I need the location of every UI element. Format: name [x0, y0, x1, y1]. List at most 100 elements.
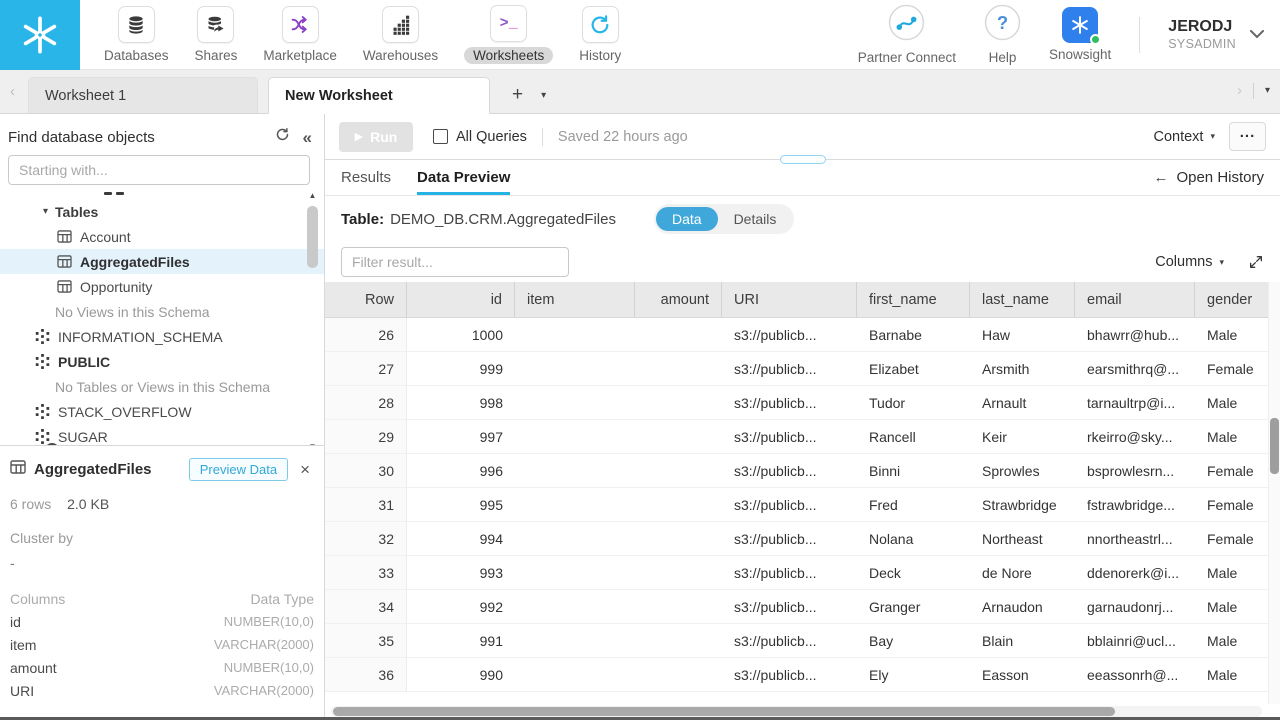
cell[interactable]: rkeirro@sky...	[1075, 420, 1195, 453]
cell[interactable]	[635, 590, 722, 623]
more-options-button[interactable]: ...	[1229, 122, 1266, 151]
column-header-id[interactable]: id	[407, 282, 515, 317]
cell[interactable]: bsprowlesrn...	[1075, 454, 1195, 487]
tree-item-aggregatedfiles[interactable]: AggregatedFiles	[0, 249, 324, 274]
cell[interactable]: 990	[407, 658, 515, 691]
cell[interactable]	[515, 522, 635, 555]
cell[interactable]: Male	[1195, 624, 1268, 657]
cell[interactable]: s3://publicb...	[722, 556, 857, 589]
cell[interactable]: de Nore	[970, 556, 1075, 589]
cell[interactable]: s3://publicb...	[722, 352, 857, 385]
scroll-up-icon[interactable]: ▲	[306, 191, 319, 200]
cell[interactable]: bhawrr@hub...	[1075, 318, 1195, 351]
cell[interactable]: 999	[407, 352, 515, 385]
cell[interactable]: s3://publicb...	[722, 420, 857, 453]
column-header-last-name[interactable]: last_name	[970, 282, 1075, 317]
cell[interactable]: 992	[407, 590, 515, 623]
cell[interactable]: 994	[407, 522, 515, 555]
cell[interactable]	[635, 624, 722, 657]
row-number[interactable]: 29	[325, 420, 407, 453]
cell[interactable]: 993	[407, 556, 515, 589]
cell[interactable]	[515, 352, 635, 385]
cell[interactable]: Haw	[970, 318, 1075, 351]
row-number[interactable]: 36	[325, 658, 407, 691]
cell[interactable]: Binni	[857, 454, 970, 487]
cell[interactable]: 1000	[407, 318, 515, 351]
tree-item-tables[interactable]: ▾Tables	[0, 199, 324, 224]
cell[interactable]: Easson	[970, 658, 1075, 691]
row-number[interactable]: 26	[325, 318, 407, 351]
cell[interactable]: Female	[1195, 488, 1268, 521]
cell[interactable]	[515, 420, 635, 453]
cell[interactable]: Keir	[970, 420, 1075, 453]
cell[interactable]: 991	[407, 624, 515, 657]
column-header-gender[interactable]: gender	[1195, 282, 1268, 317]
cell[interactable]	[515, 488, 635, 521]
cell[interactable]: Female	[1195, 522, 1268, 555]
row-number[interactable]: 32	[325, 522, 407, 555]
cell[interactable]: garnaudonrj...	[1075, 590, 1195, 623]
preview-data-button[interactable]: Preview Data	[189, 458, 288, 481]
cell[interactable]: 996	[407, 454, 515, 487]
row-number[interactable]: 33	[325, 556, 407, 589]
cell[interactable]: Fred	[857, 488, 970, 521]
table-row[interactable]: 31995s3://publicb...FredStrawbridgefstra…	[325, 488, 1268, 522]
horizontal-scrollbar-thumb[interactable]	[333, 707, 1115, 716]
table-row[interactable]: 36990s3://publicb...ElyEassoneeassonrh@.…	[325, 658, 1268, 692]
cell[interactable]: Female	[1195, 454, 1268, 487]
cell[interactable]: tarnaultrp@i...	[1075, 386, 1195, 419]
cell[interactable]: Male	[1195, 658, 1268, 691]
cell[interactable]: Granger	[857, 590, 970, 623]
search-input[interactable]	[8, 155, 310, 185]
cell[interactable]: Tudor	[857, 386, 970, 419]
collapse-sidebar-icon[interactable]: «	[303, 129, 312, 146]
cell[interactable]: Northeast	[970, 522, 1075, 555]
tab-scroll-right-icon[interactable]: ›	[1237, 82, 1242, 99]
cell[interactable]	[635, 352, 722, 385]
worksheet-tab-worksheet-1[interactable]: Worksheet 1	[28, 77, 258, 113]
nav-item-partner-connect[interactable]: Partner Connect	[858, 4, 956, 65]
table-row[interactable]: 34992s3://publicb...GrangerArnaudongarna…	[325, 590, 1268, 624]
cell[interactable]: 995	[407, 488, 515, 521]
cell[interactable]: Arnault	[970, 386, 1075, 419]
cell[interactable]: Male	[1195, 386, 1268, 419]
cell[interactable]	[515, 386, 635, 419]
columns-dropdown[interactable]: Columns▾	[1155, 254, 1224, 270]
table-row[interactable]: 35991s3://publicb...BayBlainbblainri@ucl…	[325, 624, 1268, 658]
row-number[interactable]: 35	[325, 624, 407, 657]
run-button[interactable]: ▶ Run	[339, 122, 413, 152]
vertical-scrollbar-thumb[interactable]	[1270, 418, 1279, 474]
cell[interactable]: Sprowles	[970, 454, 1075, 487]
tree-scrollbar-thumb[interactable]	[307, 206, 318, 268]
toggle-details[interactable]: Details	[718, 207, 793, 232]
cell[interactable]: eeassonrh@...	[1075, 658, 1195, 691]
close-icon[interactable]: ×	[300, 461, 310, 478]
user-menu[interactable]: JERODJ SYSADMIN	[1168, 18, 1264, 50]
tree-item-account[interactable]: Account	[0, 224, 324, 249]
cell[interactable]	[515, 556, 635, 589]
tree-item-information-schema[interactable]: INFORMATION_SCHEMA	[0, 324, 324, 349]
refresh-icon[interactable]	[275, 127, 290, 147]
cell[interactable]: Arsmith	[970, 352, 1075, 385]
table-row[interactable]: 29997s3://publicb...RancellKeirrkeirro@s…	[325, 420, 1268, 454]
cell[interactable]	[515, 658, 635, 691]
snowflake-logo[interactable]	[0, 0, 80, 70]
cell[interactable]: s3://publicb...	[722, 658, 857, 691]
table-row[interactable]: 27999s3://publicb...ElizabetArsmithearsm…	[325, 352, 1268, 386]
cell[interactable]: s3://publicb...	[722, 590, 857, 623]
cell[interactable]	[635, 488, 722, 521]
cell[interactable]: fstrawbridge...	[1075, 488, 1195, 521]
cell[interactable]	[515, 624, 635, 657]
worksheet-tab-new-worksheet[interactable]: New Worksheet	[268, 77, 490, 114]
cell[interactable]: Female	[1195, 352, 1268, 385]
tree-item-opportunity[interactable]: Opportunity	[0, 274, 324, 299]
expand-icon[interactable]	[1248, 254, 1264, 270]
nav-item-shares[interactable]: Shares	[195, 6, 238, 63]
nav-item-help[interactable]: ?Help	[984, 4, 1021, 65]
cell[interactable]	[515, 454, 635, 487]
pane-resize-handle[interactable]	[780, 155, 826, 164]
nav-item-marketplace[interactable]: Marketplace	[263, 6, 337, 63]
tab-list-caret-icon[interactable]: ▾	[1265, 85, 1270, 96]
cell[interactable]: Nolana	[857, 522, 970, 555]
table-row[interactable]: 33993s3://publicb...Deckde Noreddenorerk…	[325, 556, 1268, 590]
